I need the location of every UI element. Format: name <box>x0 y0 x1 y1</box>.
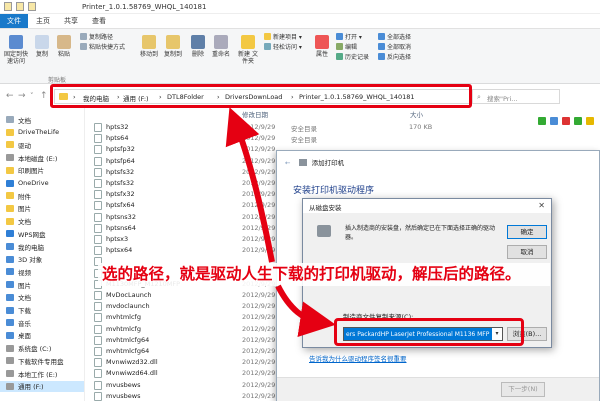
arrow-to-path <box>275 284 336 338</box>
arrow-to-address <box>225 107 275 263</box>
annotation-arrows <box>225 107 336 338</box>
